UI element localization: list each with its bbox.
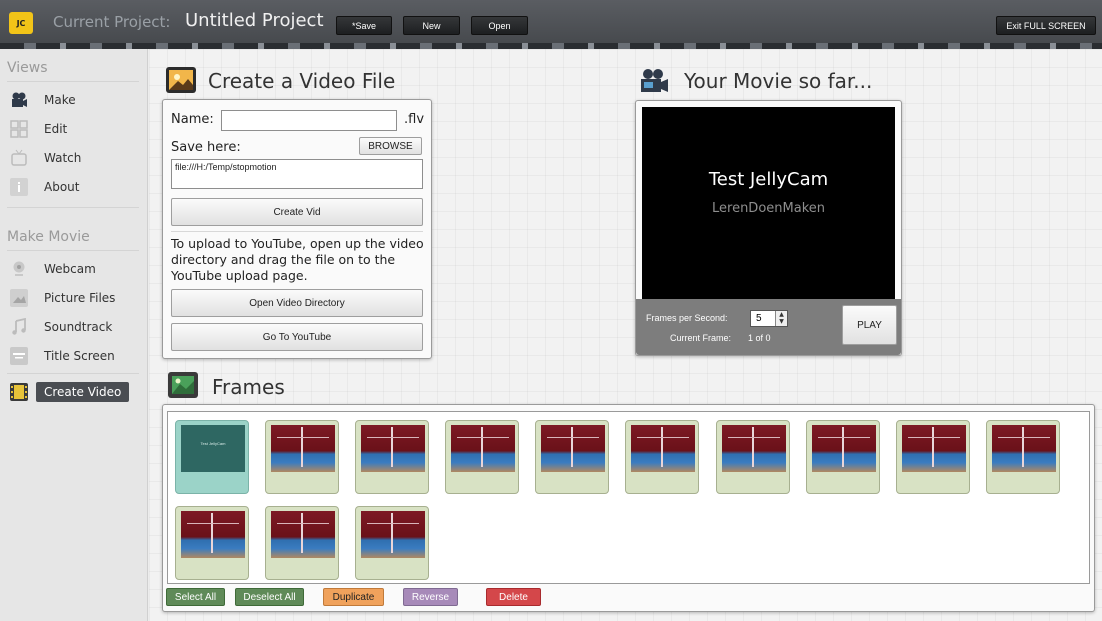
fps-value: 5 — [756, 313, 762, 324]
playback-controls: Frames per Second: 5 ▲ ▼ Current Frame: 1… — [636, 299, 901, 355]
sidebar-item-about[interactable]: About — [10, 176, 79, 198]
name-label: Name: — [171, 112, 214, 127]
video-name-input[interactable] — [221, 110, 397, 131]
divider — [7, 373, 139, 374]
frame-thumbnail[interactable]: Test JellyCam — [175, 420, 249, 494]
sidebar-item-make[interactable]: Make — [10, 89, 76, 111]
fps-label: Frames per Second: — [646, 313, 728, 323]
stepper-arrows-icon[interactable]: ▲ ▼ — [775, 311, 787, 326]
frame-image: Test JellyCam — [181, 425, 245, 472]
frame-thumbnail[interactable] — [625, 420, 699, 494]
frame-image — [992, 425, 1056, 472]
frame-image — [541, 425, 605, 472]
frame-image — [451, 425, 515, 472]
frame-image — [271, 425, 335, 472]
music-note-icon — [10, 318, 28, 336]
fps-stepper[interactable]: 5 ▲ ▼ — [750, 310, 788, 327]
movie-subtitle-text: LerenDoenMaken — [712, 201, 825, 216]
film-strip-icon — [10, 383, 28, 401]
save-here-label: Save here: — [171, 140, 241, 155]
deselect-all-button[interactable]: Deselect All — [235, 588, 304, 606]
sidebar-item-webcam[interactable]: Webcam — [10, 258, 96, 280]
go-to-youtube-button[interactable]: Go To YouTube — [171, 323, 423, 351]
frame-image — [902, 425, 966, 472]
frame-thumbnail[interactable] — [355, 420, 429, 494]
sidebar-item-title-screen[interactable]: Title Screen — [10, 345, 115, 367]
divider — [7, 250, 139, 251]
frame-image — [181, 511, 245, 558]
movie-preview-screen[interactable]: Test JellyCam LerenDoenMaken — [642, 107, 895, 299]
picture-icon — [10, 289, 28, 307]
save-button[interactable]: *Save — [336, 16, 392, 35]
frame-image — [361, 425, 425, 472]
info-icon — [10, 178, 28, 196]
grid-icon — [10, 120, 28, 138]
divider — [171, 231, 423, 232]
frame-thumbnail[interactable] — [535, 420, 609, 494]
open-video-directory-button[interactable]: Open Video Directory — [171, 289, 423, 317]
create-video-button[interactable]: Create Vid — [171, 198, 423, 226]
browse-button[interactable]: BROWSE — [359, 137, 422, 155]
file-extension: .flv — [404, 112, 425, 127]
current-project-label: Current Project: — [53, 13, 171, 31]
sidebar-item-soundtrack[interactable]: Soundtrack — [10, 316, 112, 338]
create-video-title: Create a Video File — [208, 69, 396, 93]
divider — [7, 81, 139, 82]
duplicate-button[interactable]: Duplicate — [323, 588, 384, 606]
movie-preview-panel: Test JellyCam LerenDoenMaken Frames per … — [635, 100, 902, 356]
select-all-button[interactable]: Select All — [166, 588, 225, 606]
photo-icon — [166, 67, 196, 93]
sidebar-item-edit[interactable]: Edit — [10, 118, 67, 140]
movie-camera-icon — [638, 67, 668, 93]
sidebar-item-watch[interactable]: Watch — [10, 147, 81, 169]
frame-image — [722, 425, 786, 472]
create-video-panel: Name: .flv Save here: BROWSE file:///H:/… — [162, 99, 432, 359]
movie-title-text: Test JellyCam — [708, 169, 829, 190]
sidebar-item-create-video[interactable]: Create Video — [10, 381, 130, 403]
frame-thumbnail[interactable] — [806, 420, 880, 494]
current-frame-value: 1 of 0 — [748, 333, 771, 343]
frame-thumbnail[interactable] — [175, 506, 249, 580]
top-bar: JC Current Project: Untitled Project *Sa… — [0, 0, 1102, 49]
frame-image — [631, 425, 695, 472]
camera-icon — [10, 91, 28, 109]
views-heading: Views — [7, 60, 48, 76]
play-button[interactable]: PLAY — [842, 305, 897, 345]
divider — [7, 207, 139, 208]
jellycam-logo: JC — [9, 12, 33, 34]
frame-thumbnail[interactable] — [986, 420, 1060, 494]
delete-button[interactable]: Delete — [486, 588, 541, 606]
frame-image — [812, 425, 876, 472]
make-movie-heading: Make Movie — [7, 229, 90, 245]
tv-icon — [10, 149, 28, 167]
frame-thumbnail[interactable] — [265, 506, 339, 580]
movie-preview-title: Your Movie so far... — [684, 69, 873, 93]
frame-thumbnail[interactable] — [896, 420, 970, 494]
frame-thumbnail[interactable] — [445, 420, 519, 494]
upload-instructions: To upload to YouTube, open up the video … — [171, 236, 424, 283]
frame-thumbnail[interactable] — [355, 506, 429, 580]
frames-icon — [168, 372, 198, 398]
webcam-icon — [10, 260, 28, 278]
title-card-icon — [10, 347, 28, 365]
save-path-field[interactable]: file:///H:/Temp/stopmotion — [171, 159, 423, 189]
frame-image — [361, 511, 425, 558]
sidebar: Views Make Edit Watch About Make Movie W… — [0, 49, 148, 621]
current-frame-label: Current Frame: — [670, 333, 732, 343]
reverse-button[interactable]: Reverse — [403, 588, 458, 606]
open-button[interactable]: Open — [471, 16, 528, 35]
frame-thumbnail[interactable] — [716, 420, 790, 494]
frames-title: Frames — [212, 375, 285, 399]
title-frame-text: Test JellyCam — [200, 441, 226, 446]
sidebar-item-picture-files[interactable]: Picture Files — [10, 287, 115, 309]
exit-fullscreen-button[interactable]: Exit FULL SCREEN — [996, 16, 1096, 35]
new-button[interactable]: New — [403, 16, 460, 35]
frame-thumbnail[interactable] — [265, 420, 339, 494]
project-title: Untitled Project — [185, 10, 324, 31]
frame-image — [271, 511, 335, 558]
